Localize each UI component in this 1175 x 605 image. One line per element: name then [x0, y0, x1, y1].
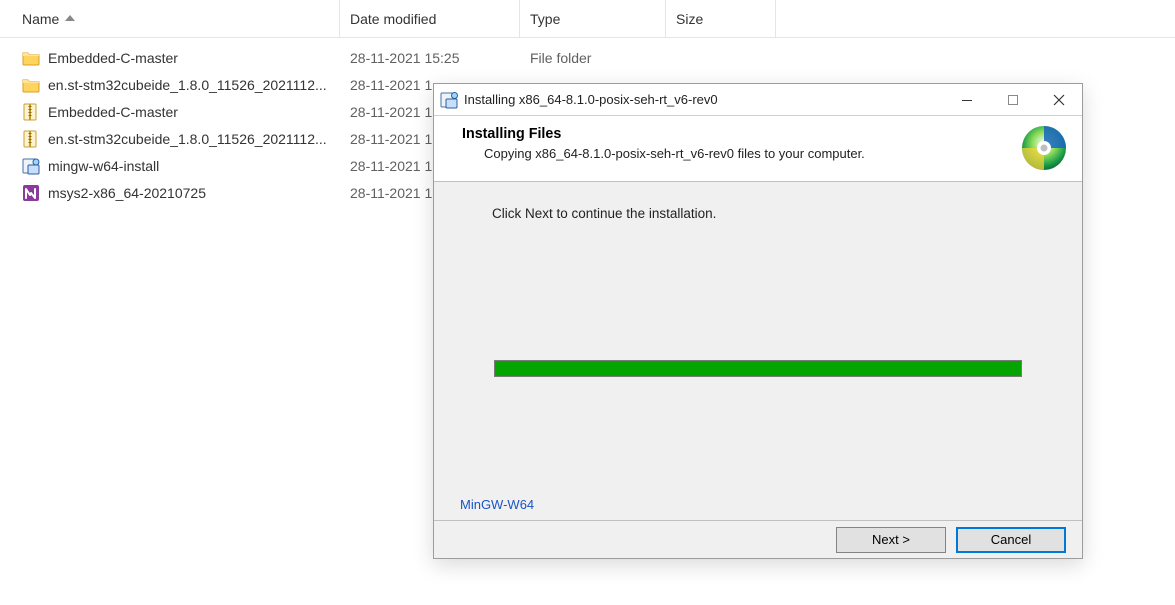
folder-icon	[22, 49, 40, 67]
file-date: 28-11-2021 15:25	[340, 50, 520, 66]
column-header-type[interactable]: Type	[520, 0, 666, 37]
file-type: File folder	[520, 50, 666, 66]
column-header-name[interactable]: Name	[0, 0, 340, 37]
file-name: Embedded-C-master	[48, 104, 178, 120]
column-label: Type	[530, 11, 560, 27]
wizard-heading: Installing Files	[462, 126, 1064, 142]
instruction-text: Click Next to continue the installation.	[492, 206, 716, 221]
groupbox-label: MinGW-W64	[456, 497, 538, 512]
explorer-column-headers: Name Date modified Type Size	[0, 0, 1175, 38]
cd-disc-icon	[1020, 124, 1068, 172]
file-name: en.st-stm32cubeide_1.8.0_11526_2021112..…	[48, 77, 327, 93]
installer-icon	[22, 157, 40, 175]
titlebar[interactable]: Installing x86_64-8.1.0-posix-seh-rt_v6-…	[434, 84, 1082, 116]
file-name: en.st-stm32cubeide_1.8.0_11526_2021112..…	[48, 131, 327, 147]
file-name: mingw-w64-install	[48, 158, 159, 174]
window-title: Installing x86_64-8.1.0-posix-seh-rt_v6-…	[464, 92, 944, 107]
close-button[interactable]	[1036, 84, 1082, 115]
installer-dialog: Installing x86_64-8.1.0-posix-seh-rt_v6-…	[433, 83, 1083, 559]
progress-fill	[495, 361, 1021, 376]
column-header-date[interactable]: Date modified	[340, 0, 520, 37]
column-label: Name	[22, 11, 59, 27]
folder-icon	[22, 76, 40, 94]
zip-icon	[22, 130, 40, 148]
sort-asc-icon	[65, 13, 75, 24]
msys-icon	[22, 184, 40, 202]
zip-icon	[22, 103, 40, 121]
wizard-footer: Next > Cancel	[434, 520, 1082, 558]
wizard-header: Installing Files Copying x86_64-8.1.0-po…	[434, 116, 1082, 182]
progress-bar	[494, 360, 1022, 377]
cancel-button[interactable]: Cancel	[956, 527, 1066, 553]
file-name: Embedded-C-master	[48, 50, 178, 66]
installer-app-icon	[440, 91, 458, 109]
next-button[interactable]: Next >	[836, 527, 946, 553]
window-controls	[944, 84, 1082, 115]
column-label: Date modified	[350, 11, 436, 27]
maximize-button[interactable]	[990, 84, 1036, 115]
column-header-size[interactable]: Size	[666, 0, 776, 37]
file-row[interactable]: Embedded-C-master 28-11-2021 15:25 File …	[0, 44, 1175, 71]
column-label: Size	[676, 11, 703, 27]
groupbox-divider	[446, 503, 1070, 504]
file-name: msys2-x86_64-20210725	[48, 185, 206, 201]
wizard-subtitle: Copying x86_64-8.1.0-posix-seh-rt_v6-rev…	[462, 146, 1064, 161]
minimize-button[interactable]	[944, 84, 990, 115]
wizard-body: Click Next to continue the installation.…	[434, 182, 1082, 520]
